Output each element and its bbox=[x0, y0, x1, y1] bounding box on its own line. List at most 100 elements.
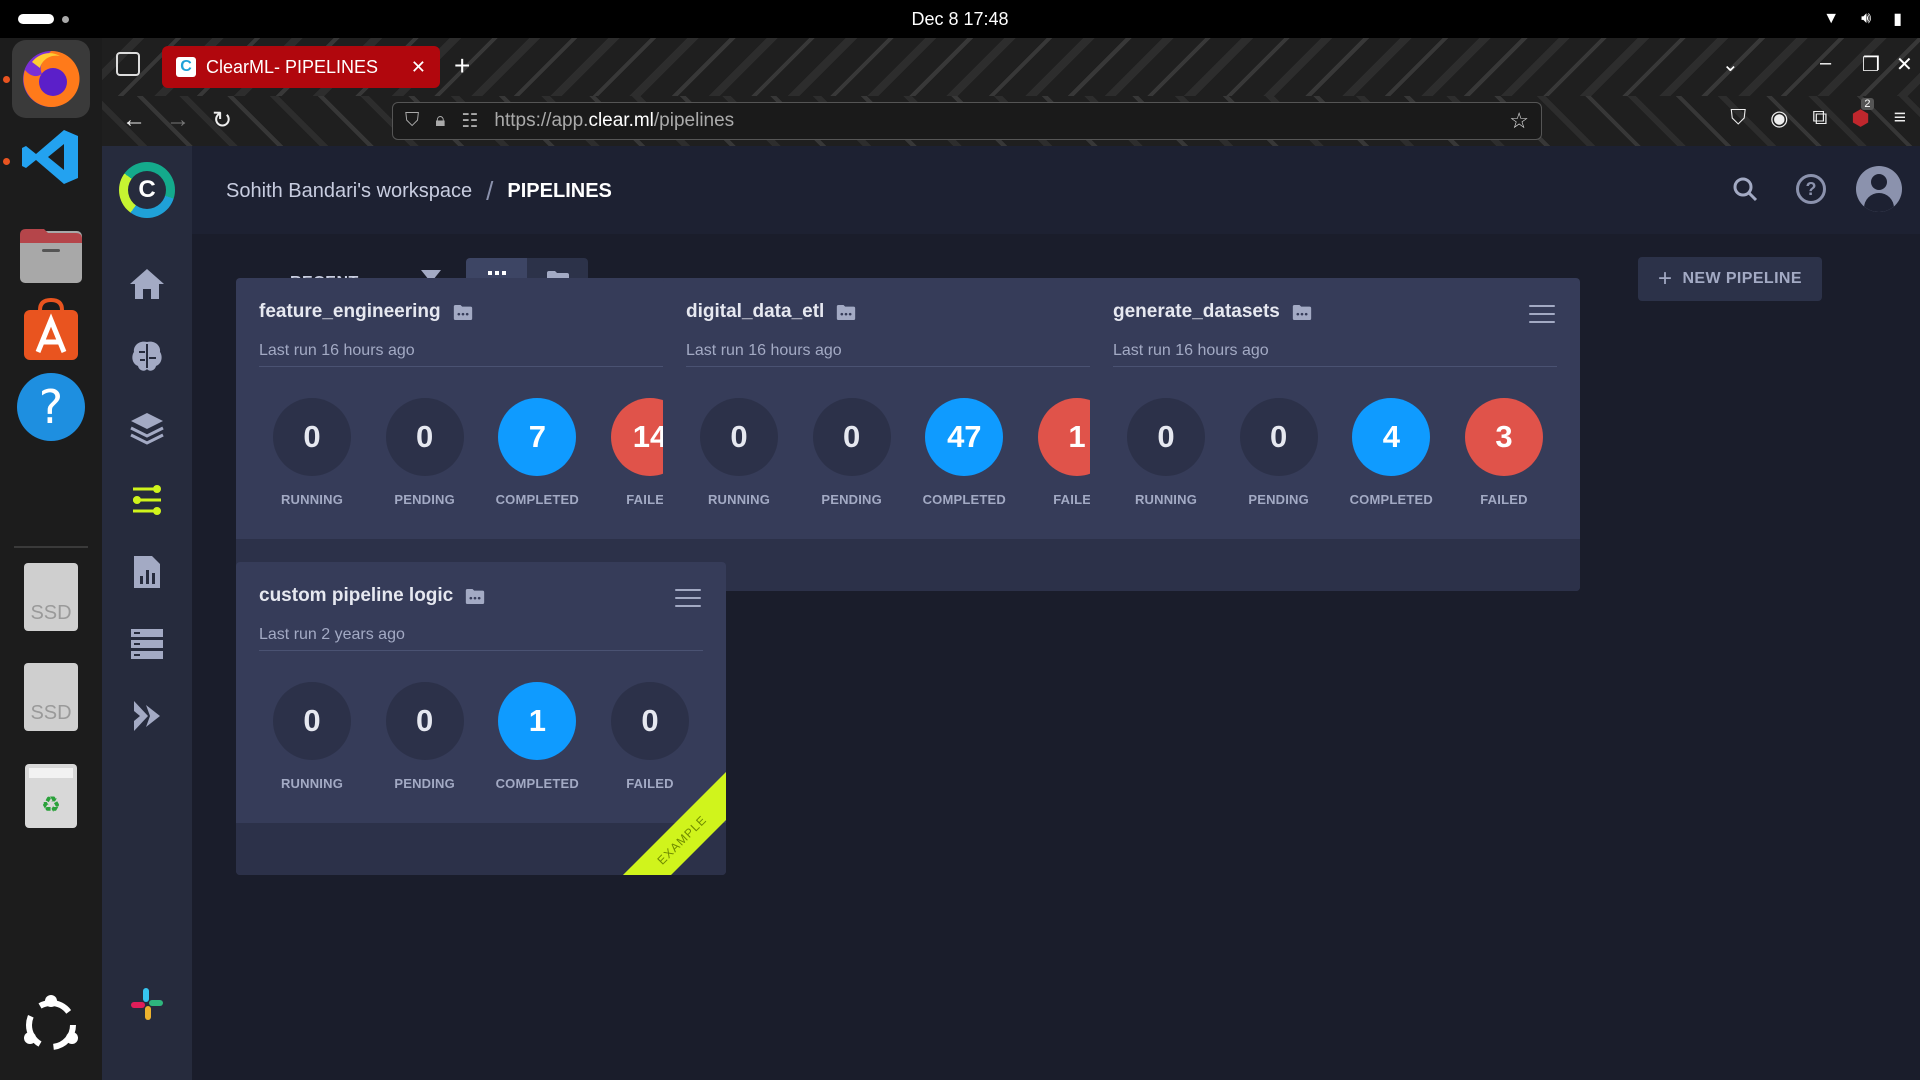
dock-trash[interactable]: ♻ bbox=[12, 756, 90, 834]
dock-ssd-drive-2[interactable]: SSD bbox=[12, 658, 90, 736]
wifi-icon: ▼ bbox=[1823, 10, 1840, 27]
sidebar-item-home[interactable] bbox=[102, 254, 192, 314]
url-text[interactable]: https://app.clear.ml/pipelines bbox=[494, 110, 734, 132]
folder-dots-icon bbox=[466, 588, 485, 604]
pipeline-name[interactable]: feature_engineering bbox=[259, 301, 441, 323]
shield-icon[interactable]: ⛉ bbox=[405, 110, 419, 132]
pipeline-card[interactable]: digital_data_etl Last run 16 hours ago 0… bbox=[663, 278, 1153, 591]
running-count: 0 bbox=[1127, 398, 1205, 476]
restore-button[interactable]: ❐ bbox=[1862, 52, 1880, 77]
card-divider bbox=[1113, 366, 1557, 367]
status-counts: 0 RUNNING 0 PENDING 47 COMPLETED 1 FAILED bbox=[683, 398, 1133, 507]
ublock-icon[interactable]: ⬢ 2 bbox=[1851, 98, 1874, 131]
pocket-icon[interactable]: ⛉ bbox=[1730, 106, 1746, 131]
system-tray[interactable]: ▼ 🔊︎ ▮ bbox=[1823, 9, 1902, 29]
sidebar-item-reports[interactable] bbox=[102, 542, 192, 602]
pipeline-card[interactable]: generate_datasets Last run 16 hours ago … bbox=[1090, 278, 1580, 591]
forward-button[interactable]: → bbox=[166, 106, 190, 134]
dock-help[interactable]: ? bbox=[12, 368, 90, 446]
minimize-button[interactable]: – bbox=[1820, 52, 1831, 75]
tab-title: ClearML- PIPELINES bbox=[206, 56, 379, 77]
pending-label: PENDING bbox=[394, 492, 455, 507]
sidebar-item-slack[interactable] bbox=[102, 974, 192, 1034]
stat-pending[interactable]: 0 PENDING bbox=[369, 682, 481, 791]
os-clock[interactable]: Dec 8 17:48 bbox=[911, 9, 1008, 30]
sidebar-item-projects[interactable] bbox=[102, 326, 192, 386]
server-icon bbox=[131, 629, 163, 659]
last-run-text: Last run 2 years ago bbox=[259, 626, 405, 643]
dock-firefox[interactable] bbox=[12, 40, 90, 118]
extensions-icon[interactable]: ⧉ bbox=[1812, 106, 1827, 131]
folder-dots-icon bbox=[1292, 304, 1312, 320]
pipeline-name[interactable]: custom pipeline logic bbox=[259, 585, 453, 607]
card-menu-icon[interactable] bbox=[675, 589, 701, 607]
search-button[interactable] bbox=[1724, 168, 1766, 210]
user-avatar[interactable] bbox=[1856, 166, 1902, 212]
stat-completed[interactable]: 4 COMPLETED bbox=[1335, 398, 1447, 507]
stat-failed[interactable]: 3 FAILED bbox=[1448, 398, 1560, 507]
permissions-icon[interactable]: ☷ bbox=[461, 110, 478, 133]
stat-failed[interactable]: 0 FAILED bbox=[594, 682, 706, 791]
brain-icon bbox=[132, 341, 162, 371]
sidebar-item-datasets[interactable] bbox=[102, 398, 192, 458]
card-menu-icon[interactable] bbox=[1529, 305, 1555, 323]
tab-clearml-pipelines[interactable]: C ClearML- PIPELINES ✕ bbox=[162, 46, 440, 88]
stat-completed[interactable]: 1 COMPLETED bbox=[481, 682, 593, 791]
stat-completed[interactable]: 47 COMPLETED bbox=[908, 398, 1020, 507]
menu-icon[interactable]: ≡ bbox=[1894, 106, 1906, 131]
card-footer bbox=[663, 539, 1153, 591]
pipeline-card[interactable]: feature_engineering Last run 16 hours ag… bbox=[236, 278, 726, 591]
url-bar[interactable]: ⛉ 🔒︎ ☷ https://app.clear.ml/pipelines ☆ bbox=[392, 102, 1542, 140]
stat-running[interactable]: 0 RUNNING bbox=[683, 398, 795, 507]
sidebar-item-orchestration[interactable] bbox=[102, 614, 192, 674]
ublock-badge: 2 bbox=[1861, 98, 1874, 110]
tab-close-button[interactable]: ✕ bbox=[411, 57, 426, 78]
battery-icon: ▮ bbox=[1893, 11, 1902, 28]
lock-icon[interactable]: 🔒︎ bbox=[435, 110, 445, 132]
stat-running[interactable]: 0 RUNNING bbox=[256, 398, 368, 507]
new-pipeline-button[interactable]: + NEW PIPELINE bbox=[1638, 257, 1822, 301]
card-divider bbox=[259, 366, 703, 367]
dock: ? SSD SSD ♻ bbox=[0, 38, 102, 1080]
close-window-button[interactable]: ✕ bbox=[1896, 52, 1913, 77]
stat-running[interactable]: 0 RUNNING bbox=[256, 682, 368, 791]
header-actions: ? bbox=[1724, 166, 1902, 212]
tab-overview-icon[interactable] bbox=[116, 52, 140, 76]
active-workspace-pill bbox=[18, 14, 54, 24]
sidebar-item-applications[interactable] bbox=[102, 686, 192, 746]
dock-ssd-drive-1[interactable]: SSD bbox=[12, 558, 90, 636]
help-icon: ? bbox=[17, 373, 85, 441]
pipeline-card[interactable]: custom pipeline logic Last run 2 years a… bbox=[236, 562, 726, 875]
new-pipeline-label: NEW PIPELINE bbox=[1682, 270, 1802, 287]
pipeline-name[interactable]: generate_datasets bbox=[1113, 301, 1280, 323]
home-icon bbox=[130, 269, 164, 299]
stat-pending[interactable]: 0 PENDING bbox=[1223, 398, 1335, 507]
pending-label: PENDING bbox=[1248, 492, 1309, 507]
workspace-indicator[interactable] bbox=[18, 14, 69, 24]
stat-completed[interactable]: 7 COMPLETED bbox=[481, 398, 593, 507]
browser-nav-bar: ← → ↻ ⛉ 🔒︎ ☷ https://app.clear.ml/pipeli… bbox=[102, 96, 1920, 146]
pipeline-name[interactable]: digital_data_etl bbox=[686, 301, 824, 323]
help-icon[interactable]: ? bbox=[1796, 174, 1826, 204]
new-tab-button[interactable]: + bbox=[454, 50, 470, 82]
dock-files[interactable] bbox=[12, 216, 90, 294]
dock-vscode[interactable] bbox=[12, 118, 90, 196]
dock-app-center[interactable] bbox=[12, 290, 90, 368]
account-icon[interactable]: ◉ bbox=[1770, 106, 1788, 131]
breadcrumb-workspace[interactable]: Sohith Bandari's workspace bbox=[226, 180, 472, 203]
completed-label: COMPLETED bbox=[495, 776, 580, 791]
reload-button[interactable]: ↻ bbox=[212, 106, 232, 135]
tab-list-chevron-icon[interactable]: ⌄ bbox=[1722, 52, 1739, 77]
stat-running[interactable]: 0 RUNNING bbox=[1110, 398, 1222, 507]
bookmark-star-icon[interactable]: ☆ bbox=[1509, 108, 1529, 134]
failed-label: FAILED bbox=[1480, 492, 1528, 507]
stat-pending[interactable]: 0 PENDING bbox=[369, 398, 481, 507]
stat-pending[interactable]: 0 PENDING bbox=[796, 398, 908, 507]
clearml-logo[interactable]: C bbox=[102, 146, 192, 234]
running-label: RUNNING bbox=[280, 492, 344, 507]
layers-icon bbox=[130, 413, 164, 445]
folder-dots-icon bbox=[453, 304, 472, 320]
sidebar-item-pipelines[interactable] bbox=[102, 470, 192, 530]
dock-show-apps[interactable] bbox=[12, 986, 90, 1064]
back-button[interactable]: ← bbox=[122, 106, 146, 134]
